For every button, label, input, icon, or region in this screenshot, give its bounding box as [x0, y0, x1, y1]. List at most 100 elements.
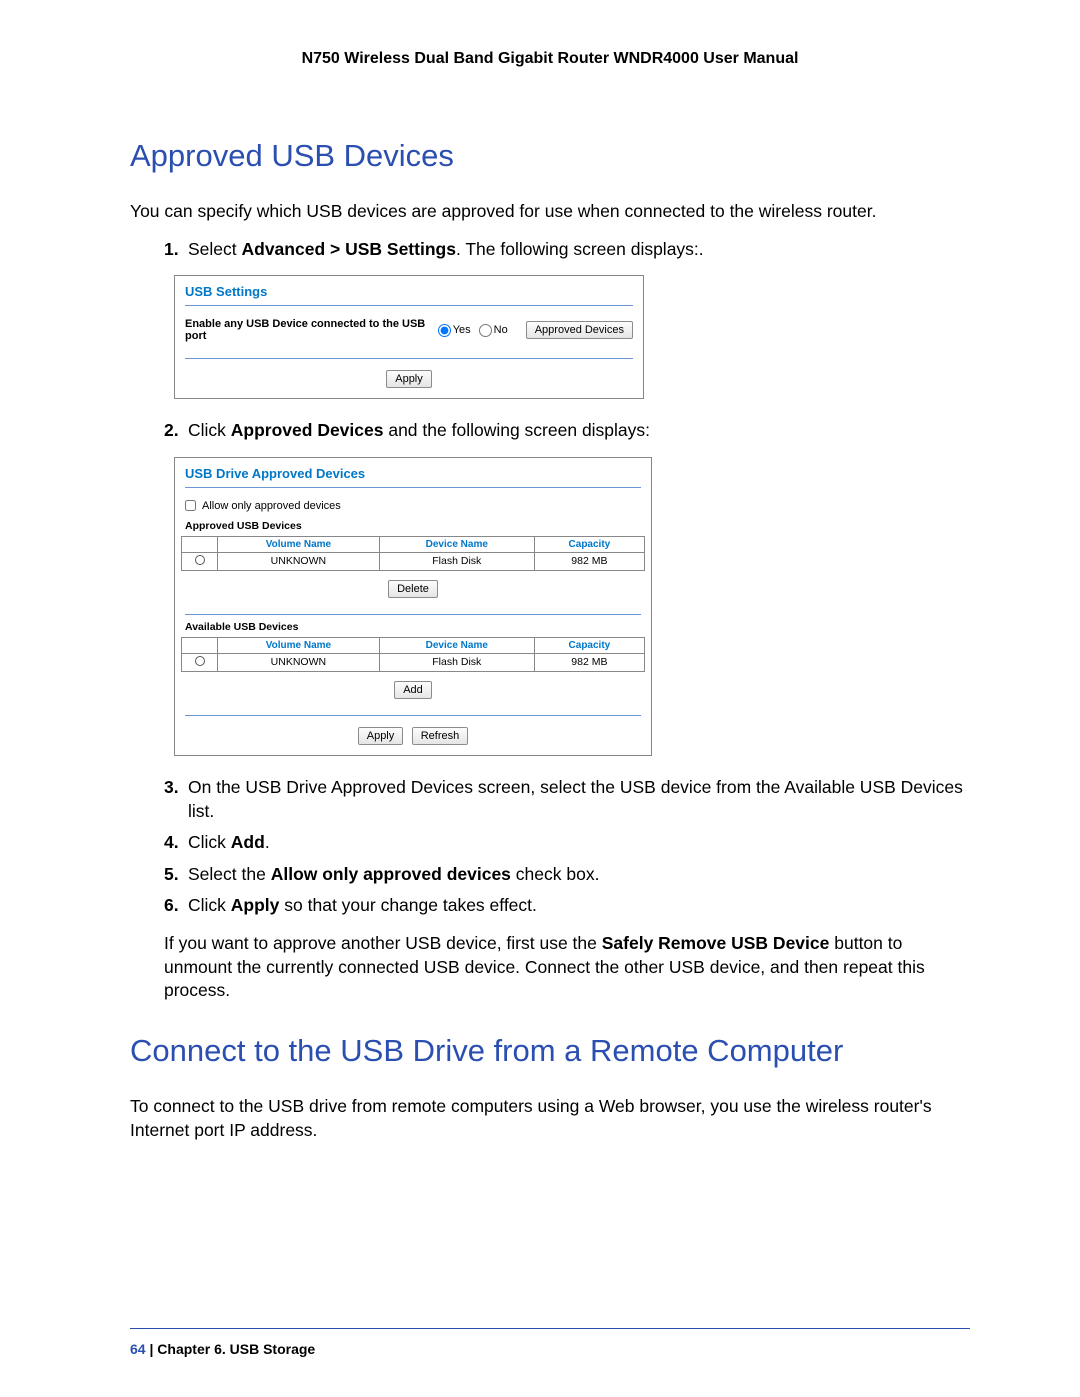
divider [185, 487, 641, 488]
step-text: Click Approved Devices and the following… [188, 419, 970, 443]
step-number: 4. [164, 831, 188, 855]
cell-device: Flash Disk [379, 653, 534, 671]
cell-volume: UNKNOWN [218, 653, 380, 671]
usb-settings-panel: USB Settings Enable any USB Device conne… [174, 275, 644, 399]
add-button[interactable]: Add [394, 681, 432, 699]
radio-yes-wrap: Yes [438, 324, 471, 337]
t: so that your change takes effect. [279, 895, 536, 915]
steps-list: 1. Select Advanced > USB Settings. The f… [164, 238, 970, 262]
step-number: 5. [164, 863, 188, 887]
allow-only-row: Allow only approved devices [175, 500, 651, 520]
closing-text: If you want to approve another USB devic… [164, 932, 970, 1003]
cell-volume: UNKNOWN [218, 552, 380, 570]
step-number: 3. [164, 776, 188, 823]
delete-button[interactable]: Delete [388, 580, 438, 598]
approved-table: Volume Name Device Name Capacity UNKNOWN… [181, 536, 645, 571]
t: If you want to approve another USB devic… [164, 933, 602, 953]
cell-capacity: 982 MB [534, 653, 644, 671]
page-number: 64 [130, 1341, 146, 1357]
th-blank [182, 637, 218, 653]
step-text: Click Add. [188, 831, 970, 855]
row-radio[interactable] [195, 555, 205, 565]
radio-no-wrap: No [479, 324, 508, 337]
table-row: UNKNOWN Flash Disk 982 MB [182, 552, 645, 570]
panel-title: USB Settings [175, 276, 643, 305]
available-subheading: Available USB Devices [175, 621, 651, 637]
table-header-row: Volume Name Device Name Capacity [182, 536, 645, 552]
intro-text: You can specify which USB devices are ap… [130, 200, 970, 224]
table-row: UNKNOWN Flash Disk 982 MB [182, 653, 645, 671]
footer-text: 64 | Chapter 6. USB Storage [130, 1341, 970, 1357]
allow-only-checkbox[interactable] [185, 500, 196, 511]
apply-refresh-row: Apply Refresh [175, 722, 651, 755]
radio-yes[interactable] [438, 324, 451, 337]
row-radio-cell [182, 552, 218, 570]
t-bold: Safely Remove USB Device [602, 933, 830, 953]
step-text: Select Advanced > USB Settings. The foll… [188, 238, 970, 262]
t-bold: Add [231, 832, 265, 852]
step-number: 6. [164, 894, 188, 918]
th-capacity: Capacity [534, 536, 644, 552]
apply-row: Apply [175, 365, 643, 398]
enable-row: Enable any USB Device connected to the U… [175, 318, 643, 352]
t: Click [188, 895, 231, 915]
step-text: Select the Allow only approved devices c… [188, 863, 970, 887]
apply-button[interactable]: Apply [358, 727, 404, 745]
step-5: 5. Select the Allow only approved device… [164, 863, 970, 887]
approved-devices-button[interactable]: Approved Devices [526, 321, 633, 339]
th-volume: Volume Name [218, 536, 380, 552]
steps-list: 2. Click Approved Devices and the follow… [164, 419, 970, 443]
manual-header: N750 Wireless Dual Band Gigabit Router W… [130, 50, 970, 68]
refresh-button[interactable]: Refresh [412, 727, 469, 745]
add-row: Add [175, 676, 651, 709]
t: and the following screen displays: [383, 420, 650, 440]
th-device: Device Name [379, 637, 534, 653]
footer-chapter: Chapter 6. USB Storage [157, 1341, 315, 1357]
allow-only-label: Allow only approved devices [202, 500, 341, 512]
step-4: 4. Click Add. [164, 831, 970, 855]
t-bold: Advanced > USB Settings [242, 239, 456, 259]
step-6: 6. Click Apply so that your change takes… [164, 894, 970, 918]
t: . The following screen displays:. [456, 239, 704, 259]
t: Select [188, 239, 242, 259]
footer-rule [130, 1328, 970, 1329]
divider [185, 715, 641, 716]
step-text: On the USB Drive Approved Devices screen… [188, 776, 970, 823]
cell-capacity: 982 MB [534, 552, 644, 570]
th-blank [182, 536, 218, 552]
radio-no[interactable] [479, 324, 492, 337]
divider [185, 305, 633, 306]
t: check box. [511, 864, 600, 884]
delete-row: Delete [175, 575, 651, 608]
section-heading-approved: Approved USB Devices [130, 138, 970, 174]
th-capacity: Capacity [534, 637, 644, 653]
divider [185, 358, 633, 359]
t-bold: Approved Devices [231, 420, 384, 440]
divider [185, 614, 641, 615]
section-heading-connect: Connect to the USB Drive from a Remote C… [130, 1033, 970, 1069]
available-table: Volume Name Device Name Capacity UNKNOWN… [181, 637, 645, 672]
t: Click [188, 832, 231, 852]
cell-device: Flash Disk [379, 552, 534, 570]
connect-body: To connect to the USB drive from remote … [130, 1095, 970, 1142]
row-radio-cell [182, 653, 218, 671]
step-3: 3. On the USB Drive Approved Devices scr… [164, 776, 970, 823]
enable-label: Enable any USB Device connected to the U… [185, 318, 438, 342]
apply-button[interactable]: Apply [386, 370, 432, 388]
radio-no-label: No [494, 324, 508, 336]
step-2: 2. Click Approved Devices and the follow… [164, 419, 970, 443]
step-number: 2. [164, 419, 188, 443]
approved-devices-panel: USB Drive Approved Devices Allow only ap… [174, 457, 652, 756]
th-volume: Volume Name [218, 637, 380, 653]
panel-title: USB Drive Approved Devices [175, 458, 651, 487]
t: Click [188, 420, 231, 440]
th-device: Device Name [379, 536, 534, 552]
t: Select the [188, 864, 271, 884]
radio-yes-label: Yes [453, 324, 471, 336]
t-bold: Apply [231, 895, 280, 915]
footer-sep: | [146, 1341, 158, 1357]
step-number: 1. [164, 238, 188, 262]
step-text: Click Apply so that your change takes ef… [188, 894, 970, 918]
step-1: 1. Select Advanced > USB Settings. The f… [164, 238, 970, 262]
row-radio[interactable] [195, 656, 205, 666]
